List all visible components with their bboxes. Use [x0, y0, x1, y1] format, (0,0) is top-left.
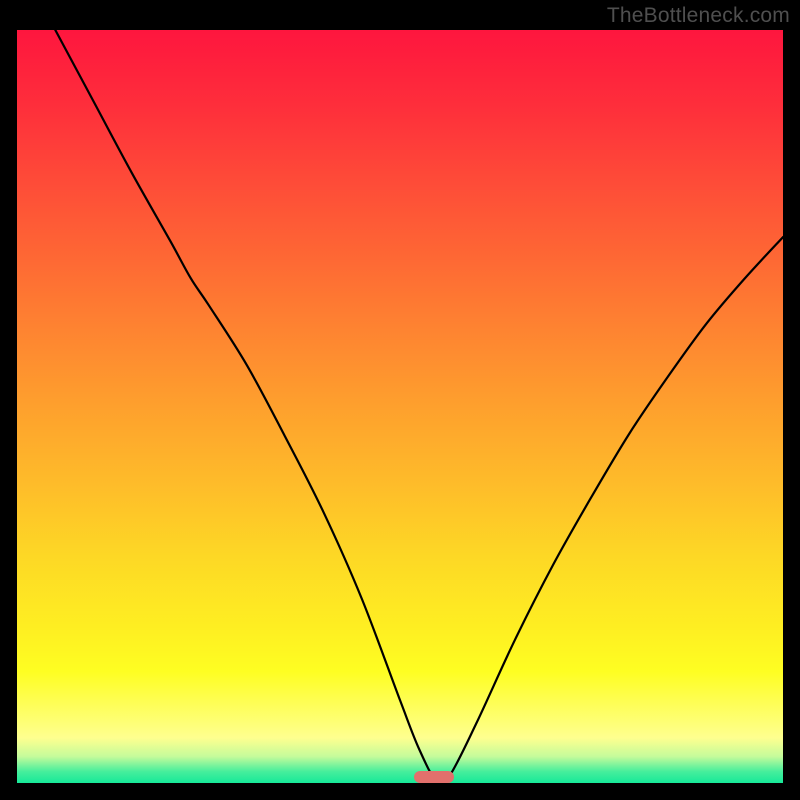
chart-frame: TheBottleneck.com [0, 0, 800, 800]
bottleneck-curve [17, 30, 783, 783]
plot-area [17, 30, 783, 783]
watermark-text: TheBottleneck.com [607, 4, 790, 28]
optimal-point-marker [414, 771, 454, 783]
